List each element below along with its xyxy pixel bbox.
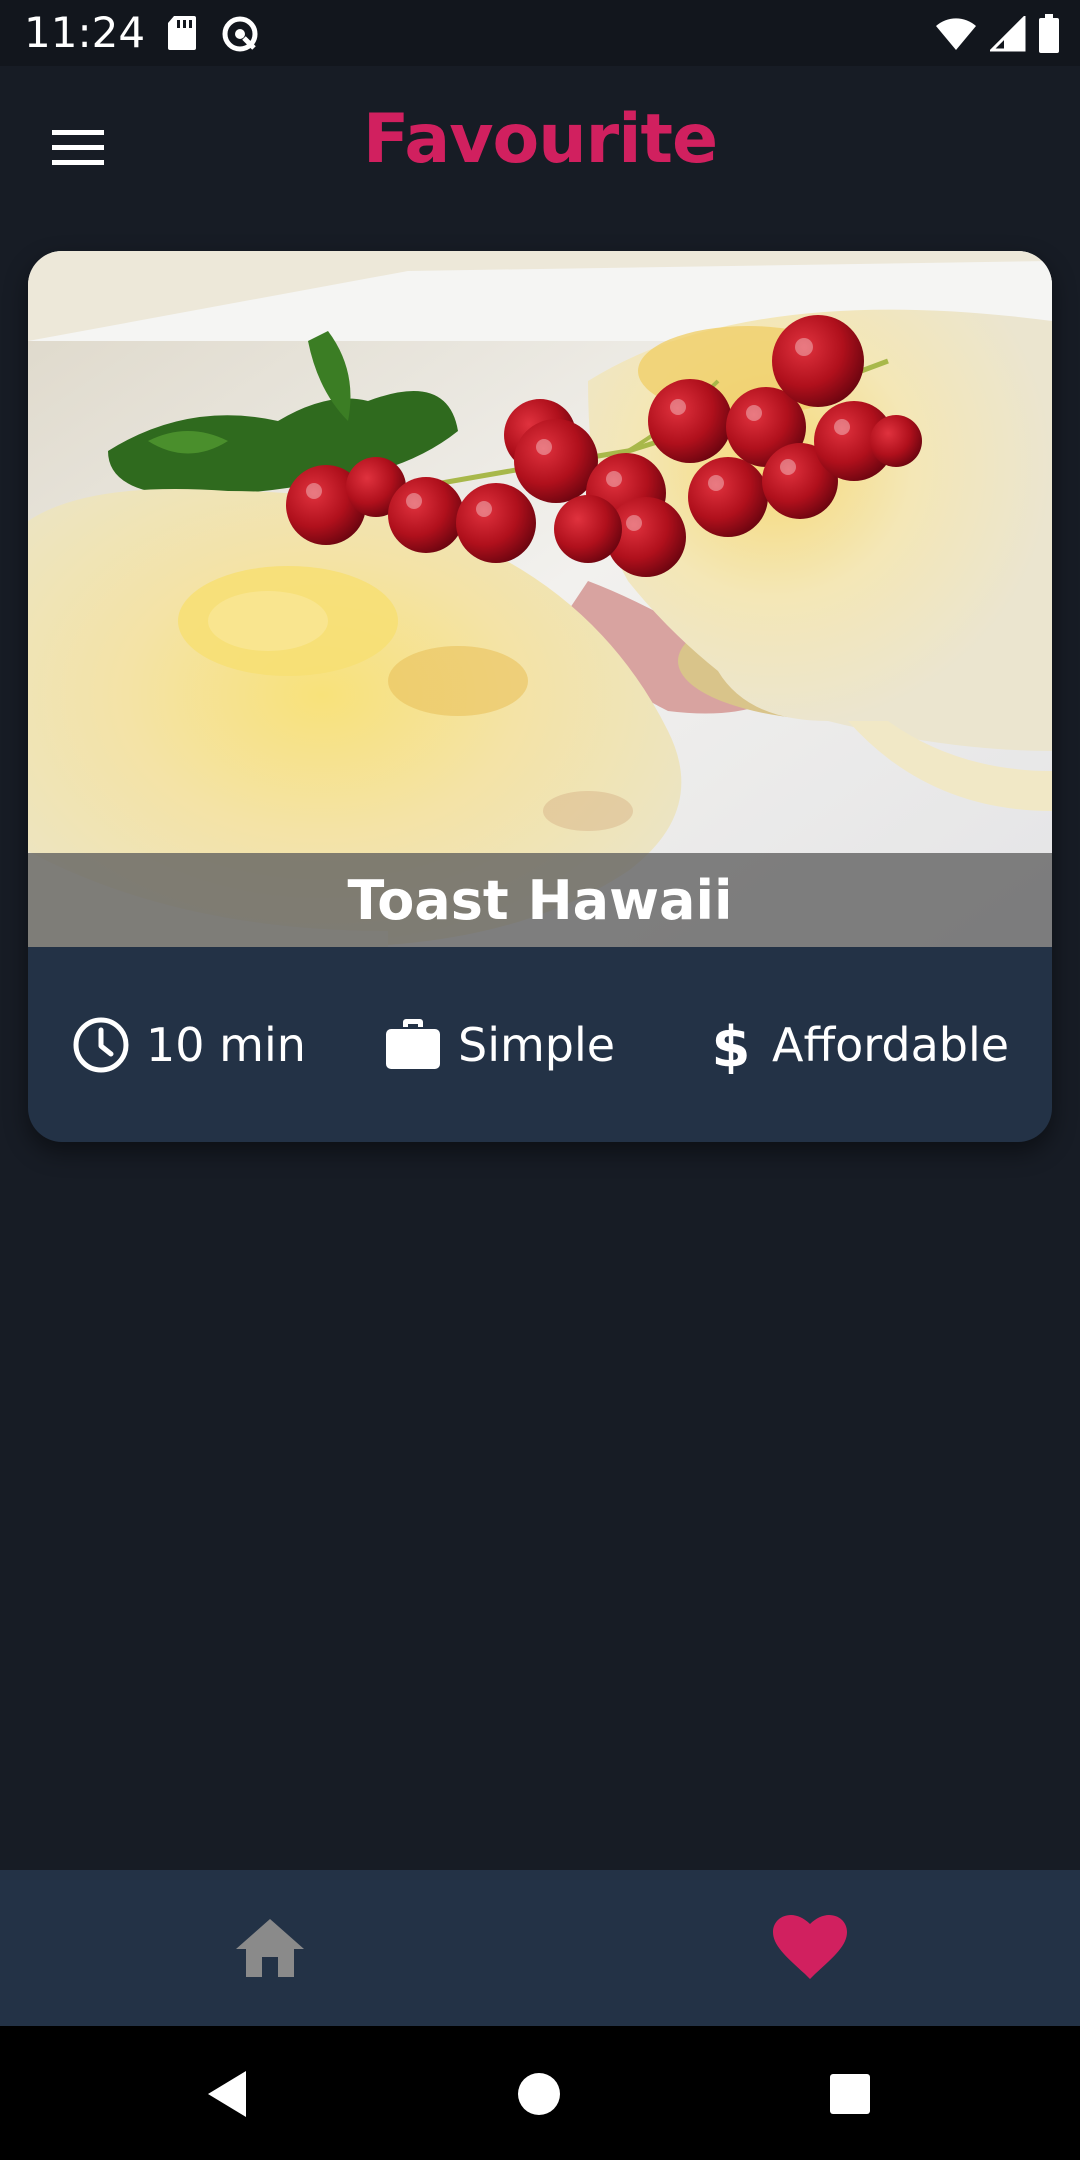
status-left-icons	[166, 14, 260, 58]
heart-icon	[773, 1915, 847, 1979]
cell-signal-icon	[988, 14, 1026, 56]
dollar-icon: $	[712, 1016, 751, 1074]
back-triangle-icon	[208, 2071, 246, 2117]
meal-affordability: $ Affordable	[706, 947, 1010, 1142]
sync-icon	[220, 14, 260, 58]
status-bar: 11:24	[0, 0, 1080, 66]
svg-text:$: $	[712, 1016, 751, 1074]
system-nav-bar	[0, 2026, 1080, 2160]
screen: 11:24 Favourite Toast Hawaii 10 min Simp…	[0, 0, 1080, 2160]
recents-square-icon	[830, 2074, 870, 2114]
system-recents-button[interactable]	[818, 2062, 882, 2126]
bottom-nav	[0, 1870, 1080, 2026]
page-title: Favourite	[362, 100, 718, 179]
status-time: 11:24	[24, 8, 146, 57]
wifi-icon	[934, 16, 978, 56]
nav-favourites-tab[interactable]	[540, 1870, 1080, 2026]
meal-card[interactable]: Toast Hawaii 10 min Simple $ Affordable	[28, 251, 1052, 1142]
meal-duration: 10 min	[72, 947, 306, 1142]
home-circle-icon	[518, 2073, 560, 2115]
system-home-button[interactable]	[507, 2062, 571, 2126]
affordability-label: Affordable	[772, 1017, 1010, 1072]
complexity-label: Simple	[458, 1017, 616, 1072]
status-right-icons	[934, 14, 1060, 58]
meal-info: 10 min Simple $ Affordable	[28, 947, 1052, 1142]
sd-card-icon	[166, 14, 198, 58]
briefcase-icon	[386, 1018, 440, 1069]
meal-complexity: Simple	[384, 947, 615, 1142]
clock-icon	[73, 1017, 129, 1072]
system-back-button[interactable]	[196, 2062, 260, 2126]
meal-title-bar: Toast Hawaii	[28, 853, 1052, 947]
nav-home-tab[interactable]	[0, 1870, 540, 2026]
app-bar: Favourite	[0, 66, 1080, 226]
battery-icon	[1038, 14, 1060, 58]
home-icon	[236, 1919, 304, 1977]
meal-title: Toast Hawaii	[347, 868, 733, 932]
meal-image	[28, 251, 1052, 947]
duration-label: 10 min	[146, 1017, 306, 1072]
